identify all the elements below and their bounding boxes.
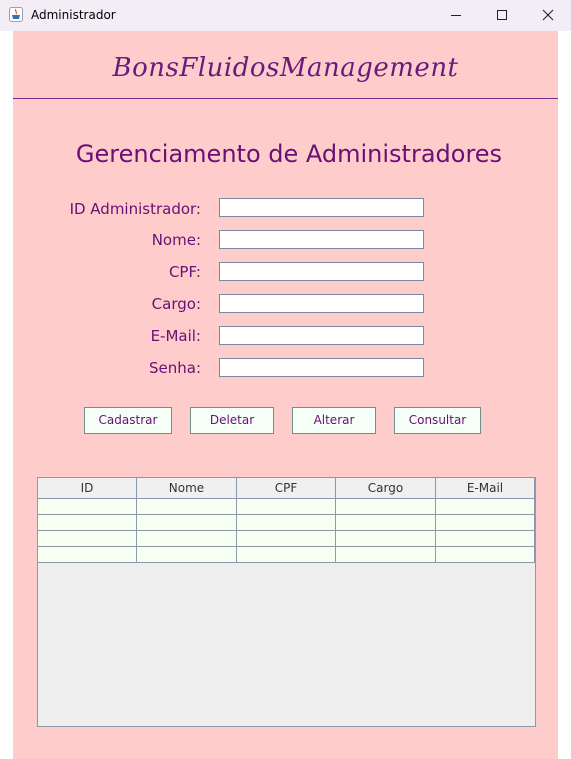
table-cell[interactable] xyxy=(38,515,137,531)
header-divider xyxy=(13,98,558,99)
table-cell[interactable] xyxy=(137,531,237,547)
table-cell[interactable] xyxy=(436,515,535,531)
cpf-label: CPF: xyxy=(168,263,201,281)
id-field[interactable] xyxy=(219,198,424,217)
admin-table[interactable]: ID Nome CPF Cargo E-Mail xyxy=(37,477,536,727)
table-cell[interactable] xyxy=(237,531,336,547)
minimize-icon xyxy=(451,15,461,16)
cadastrar-button[interactable]: Cadastrar xyxy=(84,407,172,434)
brand-logo-text: BonsFluidosManagement xyxy=(112,53,459,83)
table-cell[interactable] xyxy=(237,547,336,563)
nome-field[interactable] xyxy=(219,230,424,249)
column-header-email[interactable]: E-Mail xyxy=(436,478,535,498)
cargo-label: Cargo: xyxy=(151,295,201,313)
table-cell[interactable] xyxy=(336,547,436,563)
table-cell[interactable] xyxy=(137,499,237,515)
table-cell[interactable] xyxy=(38,499,137,515)
table-cell[interactable] xyxy=(336,531,436,547)
consultar-button[interactable]: Consultar xyxy=(394,407,481,434)
senha-field[interactable] xyxy=(219,358,424,377)
title-bar: Administrador xyxy=(0,0,571,31)
column-header-cargo[interactable]: Cargo xyxy=(336,478,436,498)
table-header: ID Nome CPF Cargo E-Mail xyxy=(38,478,535,499)
table-cell[interactable] xyxy=(436,547,535,563)
table-cell[interactable] xyxy=(336,499,436,515)
deletar-button[interactable]: Deletar xyxy=(190,407,274,434)
cargo-field[interactable] xyxy=(219,294,424,313)
window-title: Administrador xyxy=(31,8,116,22)
column-header-nome[interactable]: Nome xyxy=(137,478,237,498)
close-button[interactable] xyxy=(525,0,571,31)
nome-label: Nome: xyxy=(151,231,201,249)
maximize-button[interactable] xyxy=(479,0,525,31)
maximize-icon xyxy=(497,10,507,20)
table-cell[interactable] xyxy=(237,515,336,531)
id-label: ID Administrador: xyxy=(69,200,201,218)
form-panel: BonsFluidosManagement Gerenciamento de A… xyxy=(13,31,558,759)
table-cell[interactable] xyxy=(38,547,137,563)
close-icon xyxy=(542,9,554,21)
table-cell[interactable] xyxy=(436,499,535,515)
alterar-button[interactable]: Alterar xyxy=(292,407,376,434)
table-cell[interactable] xyxy=(237,499,336,515)
email-field[interactable] xyxy=(219,326,424,345)
table-cell[interactable] xyxy=(336,515,436,531)
table-cell[interactable] xyxy=(38,531,137,547)
minimize-button[interactable] xyxy=(433,0,479,31)
table-cell[interactable] xyxy=(137,515,237,531)
java-cup-icon xyxy=(9,7,23,22)
column-header-id[interactable]: ID xyxy=(38,478,137,498)
email-label: E-Mail: xyxy=(150,327,201,345)
page-title: Gerenciamento de Administradores xyxy=(75,140,503,168)
table-row[interactable] xyxy=(38,531,535,547)
column-header-cpf[interactable]: CPF xyxy=(237,478,336,498)
table-row[interactable] xyxy=(38,515,535,531)
table-row[interactable] xyxy=(38,547,535,563)
cpf-field[interactable] xyxy=(219,262,424,281)
senha-label: Senha: xyxy=(148,359,201,377)
table-cell[interactable] xyxy=(137,547,237,563)
table-cell[interactable] xyxy=(436,531,535,547)
table-row[interactable] xyxy=(38,499,535,515)
